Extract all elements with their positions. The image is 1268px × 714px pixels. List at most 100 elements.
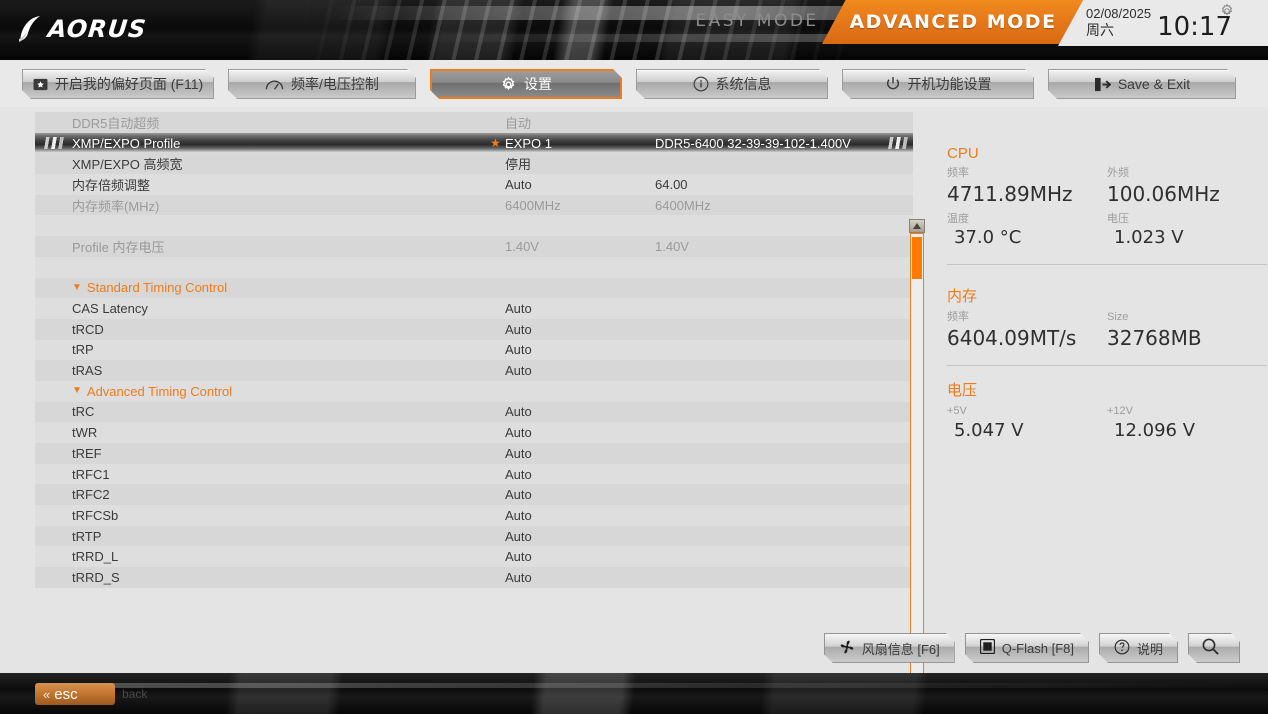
aorus-logo: AORUS xyxy=(18,15,148,43)
settings-row[interactable]: tRFC2 Auto xyxy=(35,484,913,506)
row-value[interactable]: EXPO 1 xyxy=(505,136,552,151)
row-label: 内存频率(MHz) xyxy=(72,198,160,214)
memory-size-value: 32768MB xyxy=(1107,325,1202,350)
row-value[interactable]: Auto xyxy=(505,487,532,502)
row-value[interactable]: 停用 xyxy=(505,154,531,173)
current-date: 02/08/2025 xyxy=(1086,6,1152,21)
row-value[interactable]: Auto xyxy=(505,342,532,357)
esc-label: esc xyxy=(54,685,78,703)
settings-row[interactable]: CAS Latency Auto xyxy=(35,298,913,319)
settings-row[interactable]: DDR5自动超频 自动 xyxy=(35,112,913,133)
scroll-up-button[interactable] xyxy=(909,219,925,233)
row-value[interactable]: Auto xyxy=(505,177,532,192)
settings-row[interactable]: tRRD_L Auto xyxy=(35,546,913,568)
row-value[interactable]: Auto xyxy=(505,570,532,585)
cpu-info-block: CPU 频率 4711.89MHz 外频 100.06MHz 温度 37.0 °… xyxy=(947,145,1267,277)
memory-frequency: 频率 6404.09MT/s xyxy=(947,309,1107,351)
row-value[interactable]: 自动 xyxy=(505,113,531,132)
fan-info-button[interactable]: 风扇信息 [F6] xyxy=(824,633,955,663)
tab-label: 开机功能设置 xyxy=(907,76,992,92)
cpu-bclk-label: 外频 xyxy=(1107,167,1129,179)
settings-row[interactable]: tRAS Auto xyxy=(35,360,913,381)
row-value[interactable]: Auto xyxy=(505,425,532,440)
row-value[interactable]: 6400MHz xyxy=(505,198,561,213)
settings-row[interactable]: 内存频率(MHz) 6400MHz 6400MHz xyxy=(35,194,913,216)
tab-save-exit[interactable]: Save & Exit xyxy=(1048,69,1236,99)
tab-system-info[interactable]: 系统信息 xyxy=(636,69,828,99)
settings-row[interactable]: tRRD_S Auto xyxy=(35,567,913,588)
tab-tick xyxy=(215,75,220,94)
row-value[interactable]: 1.40V xyxy=(505,239,539,254)
row-label: tRFC2 xyxy=(72,487,110,503)
cpu-temperature: 温度 37.0 °C xyxy=(947,211,1107,250)
settings-row[interactable] xyxy=(35,215,913,237)
settings-row[interactable]: tRTP Auto xyxy=(35,525,913,547)
button-label: 说明 xyxy=(1136,641,1163,657)
voltage-12v-value: 12.096 V xyxy=(1114,419,1196,441)
tab-boot-settings[interactable]: 开机功能设置 xyxy=(842,69,1034,99)
row-value[interactable]: Auto xyxy=(505,322,532,337)
row-value[interactable]: Auto xyxy=(505,446,532,461)
settings-row[interactable]: tRP Auto xyxy=(35,339,913,361)
settings-row[interactable]: tRFCSb Auto xyxy=(35,505,913,526)
footer-light-line xyxy=(59,683,1241,688)
tab-tick xyxy=(1237,75,1242,94)
tab-favorites[interactable]: 开启我的偏好页面 (F11) xyxy=(22,69,214,99)
info-icon xyxy=(693,76,709,92)
row-label: tRFCSb xyxy=(72,507,119,523)
memory-info-block: 内存 频率 6404.09MT/s Size 32768MB xyxy=(947,285,1267,378)
row-value[interactable]: Auto xyxy=(505,404,532,419)
scrollbar-track[interactable] xyxy=(910,233,924,681)
settings-row[interactable] xyxy=(35,256,913,278)
settings-row[interactable]: tWR Auto xyxy=(35,422,913,443)
cpu-frequency-value: 4711.89MHz xyxy=(947,181,1073,206)
panel-divider xyxy=(947,364,1267,366)
settings-row[interactable]: 内存倍频调整 Auto 64.00 xyxy=(35,174,913,195)
tab-frequency-voltage[interactable]: 频率/电压控制 xyxy=(228,69,416,99)
chevron-up-icon xyxy=(913,223,921,229)
row-label: CAS Latency xyxy=(72,301,148,317)
row-label: Profile 内存电压 xyxy=(72,239,165,255)
esc-button[interactable]: « esc xyxy=(35,683,115,705)
row-value[interactable]: Auto xyxy=(505,549,532,564)
settings-row[interactable]: tREF Auto xyxy=(35,443,913,464)
scrollbar-thumb[interactable] xyxy=(912,237,922,279)
button-label: Q-Flash [F8] xyxy=(1001,640,1074,656)
settings-row[interactable]: tRC Auto xyxy=(35,401,913,423)
row-label: ▼ Standard Timing Control xyxy=(72,280,227,295)
advanced-mode-tab[interactable]: ADVANCED MODE xyxy=(822,0,1084,44)
settings-section-header[interactable]: ▼ Standard Timing Control xyxy=(35,277,913,299)
triangle-down-icon: ▼ xyxy=(72,385,82,397)
tab-settings[interactable]: 设置 xyxy=(430,69,622,99)
row-value[interactable]: Auto xyxy=(505,467,532,482)
row-value[interactable]: Auto xyxy=(505,301,532,316)
selection-arrows-right xyxy=(883,136,909,149)
qflash-button[interactable]: Q-Flash [F8] xyxy=(965,633,1089,663)
settings-row[interactable]: tRCD Auto xyxy=(35,318,913,340)
row-value[interactable]: Auto xyxy=(505,529,532,544)
settings-row[interactable]: XMP/EXPO 高频宽 停用 xyxy=(35,153,913,175)
settings-list[interactable]: DDR5自动超频 自动 XMP/EXPO Profile ★ EXPO 1 DDR5-64… xyxy=(35,112,913,595)
bottom-toolbar: 风扇信息 [F6] Q-Flash [F8] 说明 xyxy=(0,628,1268,678)
row-value[interactable]: Auto xyxy=(505,508,532,523)
settings-section-header[interactable]: ▼ Advanced Timing Control xyxy=(35,380,913,402)
row-label: tWR xyxy=(72,425,98,441)
row-label: tRCD xyxy=(72,321,104,337)
cpu-voltage: 电压 1.023 V xyxy=(1107,211,1267,250)
settings-scrollbar[interactable] xyxy=(908,219,926,695)
bios-screen: AORUS EASY MODE ADVANCED MODE 02/08/2025… xyxy=(0,0,1268,714)
row-value[interactable]: Auto xyxy=(505,363,532,378)
settings-row[interactable]: Profile 内存电压 1.40V 1.40V xyxy=(35,236,913,257)
settings-row[interactable]: XMP/EXPO Profile ★ EXPO 1 DDR5-6400 32-39-3… xyxy=(35,132,913,154)
gear-icon xyxy=(500,76,517,93)
help-button[interactable]: 说明 xyxy=(1099,633,1178,663)
search-button[interactable] xyxy=(1188,633,1240,663)
triangle-down-icon: ▼ xyxy=(72,281,82,293)
header-bar: AORUS EASY MODE ADVANCED MODE 02/08/2025… xyxy=(0,0,1268,60)
gear-icon[interactable] xyxy=(1219,3,1235,19)
tab-label: 系统信息 xyxy=(715,76,772,92)
row-value-secondary: 6400MHz xyxy=(655,197,711,213)
settings-row[interactable]: tRFC1 Auto xyxy=(35,463,913,485)
gauge-icon xyxy=(265,77,284,91)
hardware-monitor-panel: CPU 频率 4711.89MHz 外频 100.06MHz 温度 37.0 °… xyxy=(940,107,1268,607)
